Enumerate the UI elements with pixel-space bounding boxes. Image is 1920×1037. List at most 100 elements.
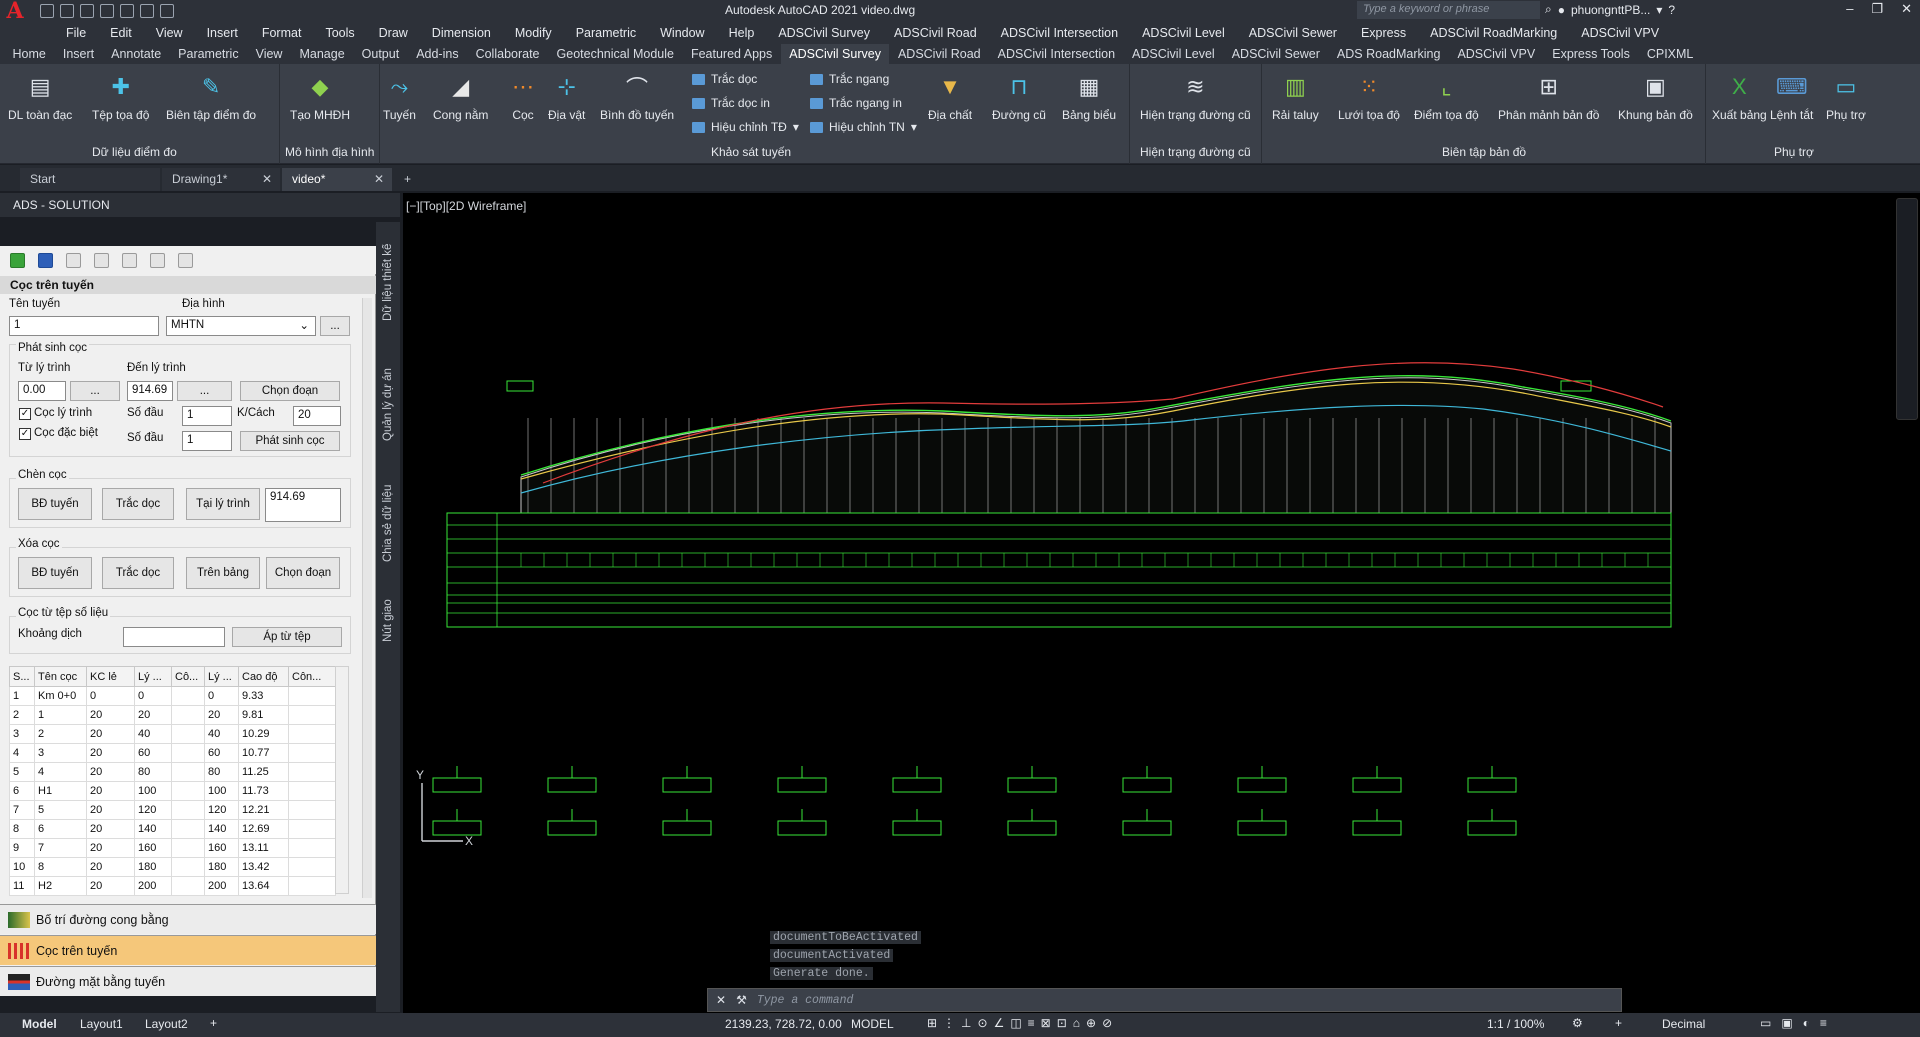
stake-button[interactable]: ⋯ Cọc [508,72,538,122]
ribbon-tab[interactable]: View [247,44,291,64]
profile-button[interactable]: Trắc dọc [692,72,757,86]
vtab-intersection[interactable]: Nút giao [376,586,400,656]
menu-item[interactable]: File [54,26,98,40]
cart-icon[interactable]: ▾ [1656,3,1662,17]
accordion-route-plan-line[interactable]: Đường mặt bằng tuyến [0,966,376,996]
stake-table[interactable]: S... Tên cọc KC lẻ Lý ... Cô... Lý ... C… [9,666,336,896]
table-cell[interactable]: 9.33 [238,686,289,706]
table-cell[interactable] [171,800,205,820]
new-file-icon[interactable] [40,4,54,18]
table-cell[interactable]: 11.73 [238,781,289,801]
insert-profile-button[interactable]: Trắc dọc [102,488,174,520]
menu-item[interactable]: ADSCivil Sewer [1237,26,1349,40]
terrain-select[interactable]: MHTN ⌄ [166,316,316,336]
viewport-label[interactable]: [−][Top][2D Wireframe] [406,199,526,213]
table-cell[interactable]: 2 [34,724,87,744]
table-cell[interactable]: 20 [86,743,135,763]
station-stake-checkbox[interactable]: ✓ [19,408,31,420]
tool-icon[interactable] [150,252,165,268]
ribbon-tab[interactable]: ADS RoadMarking [1328,44,1449,64]
table-cell[interactable] [171,857,205,877]
tool-icon[interactable] [178,252,193,268]
table-cell[interactable] [288,876,336,896]
delete-profile-button[interactable]: Trắc dọc [102,557,174,589]
status-tray-icons[interactable]: ▭▣◐≡ [1760,1016,1837,1030]
table-cell[interactable]: 13.64 [238,876,289,896]
table-cell[interactable]: 6 [9,781,35,801]
ribbon-tab[interactable]: Output [353,44,408,64]
menu-item[interactable]: Help [717,26,767,40]
new-tab-button[interactable]: + [394,168,420,191]
table-cell[interactable] [288,686,336,706]
chevron-down-icon[interactable]: ▾ [793,120,799,134]
table-header[interactable]: Lý ... [134,666,172,687]
generate-stake-button[interactable]: Phát sinh cọc [240,431,340,451]
shortcut-button[interactable]: ⌨ Lệnh tắt [1770,72,1813,122]
table-cell[interactable]: 1 [9,686,35,706]
table-cell[interactable]: 100 [134,781,172,801]
edit-survey-points-button[interactable]: ✎ Biên tập điểm đo [166,72,256,122]
user-account[interactable]: ⌕ ● phuongnttPB... ▾ ? [1545,2,1675,17]
menu-item[interactable]: Tools [313,26,366,40]
ribbon-tab[interactable]: ADSCivil Intersection [989,44,1123,64]
horizontal-curve-button[interactable]: ◢ Cong nằm [433,72,488,122]
menu-item[interactable]: Modify [503,26,564,40]
back-icon[interactable] [10,252,25,268]
navigation-bar[interactable] [1896,198,1918,420]
layout-tab-layout1[interactable]: Layout1 [80,1017,123,1031]
table-cell[interactable] [171,724,205,744]
table-cell[interactable]: 1 [34,705,87,725]
table-cell[interactable]: 3 [9,724,35,744]
menu-item[interactable]: ADSCivil Level [1130,26,1237,40]
old-road-button[interactable]: ⊓ Đường cũ [992,72,1046,122]
table-cell[interactable]: 12.69 [238,819,289,839]
menu-item[interactable]: ADSCivil RoadMarking [1418,26,1569,40]
table-cell[interactable]: 7 [34,838,87,858]
command-line[interactable]: ✕ ⚒ Type a command [707,988,1622,1012]
vtab-project-management[interactable]: Quản lý dự án [376,350,400,460]
table-cell[interactable]: 40 [204,724,239,744]
table-cell[interactable]: 12.21 [238,800,289,820]
table-cell[interactable]: 140 [204,819,239,839]
accordion-horizontal-curve[interactable]: Bố trí đường cong bằng [0,904,376,934]
table-cell[interactable]: 200 [134,876,172,896]
vtab-design-data[interactable]: Dữ liệu thiết kế [376,222,400,342]
table-cell[interactable]: 120 [134,800,172,820]
table-cell[interactable]: 4 [34,762,87,782]
table-cell[interactable] [288,781,336,801]
table-cell[interactable]: 11.25 [238,762,289,782]
table-cell[interactable] [171,781,205,801]
help-icon[interactable]: ? [1668,3,1675,17]
table-cell[interactable]: 5 [34,800,87,820]
menu-item[interactable]: Draw [367,26,420,40]
edit-cross-section-button[interactable]: Hiệu chỉnh TN ▾ [810,120,917,134]
table-cell[interactable]: 20 [86,838,135,858]
table-cell[interactable] [171,876,205,896]
table-cell[interactable]: 40 [134,724,172,744]
table-cell[interactable]: 20 [86,762,135,782]
table-cell[interactable]: 10 [9,857,35,877]
table-cell[interactable]: 10.29 [238,724,289,744]
table-cell[interactable]: 20 [204,705,239,725]
route-button[interactable]: ⤳ Tuyến [383,72,416,122]
gear-icon[interactable]: ⚙ [1572,1016,1583,1030]
delete-on-table-button[interactable]: Trên bảng [186,557,260,589]
plus-icon[interactable]: + [1615,1016,1622,1030]
table-cell[interactable]: H1 [34,781,87,801]
table-cell[interactable]: 20 [134,705,172,725]
tab-drawing1[interactable]: Drawing1* ✕ [162,168,280,191]
close-icon[interactable]: ✕ [716,993,726,1007]
table-cell[interactable] [288,705,336,725]
table-row[interactable]: 8 6 20 140 140 12.69 [9,819,336,839]
table-cell[interactable]: 10.77 [238,743,289,763]
table-cell[interactable]: 2 [9,705,35,725]
drafting-toggles[interactable]: ⊞⋮⊥⊙∠◫≡⊠⊡⌂⊕⊘ [927,1016,1118,1030]
table-cell[interactable]: 13.42 [238,857,289,877]
table-cell[interactable]: 80 [134,762,172,782]
ribbon-tab[interactable]: Parametric [170,44,247,64]
units-selector[interactable]: Decimal [1662,1017,1705,1031]
table-cell[interactable]: 20 [86,781,135,801]
terrain-browse-button[interactable]: ... [320,316,350,336]
coord-point-button[interactable]: ⌞ Điểm tọa độ [1414,72,1479,122]
table-cell[interactable]: 20 [86,800,135,820]
